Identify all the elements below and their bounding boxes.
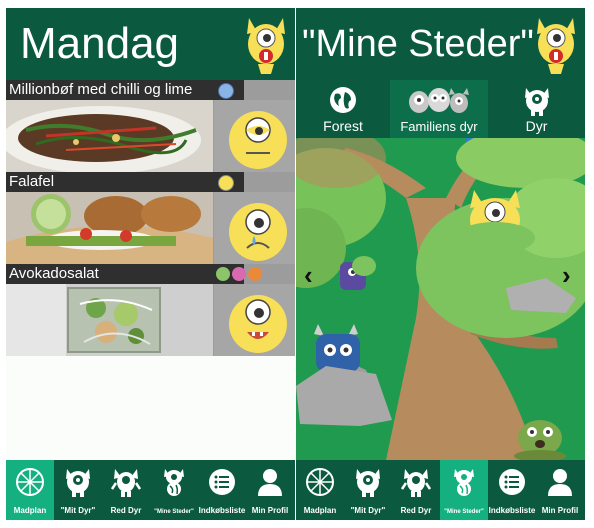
nav-label: Red Dyr (400, 506, 432, 515)
tab-label: Familiens dyr (400, 119, 478, 134)
nav-item-min-profil[interactable]: Min Profil (536, 460, 584, 520)
list-icon (209, 469, 235, 495)
meal-row[interactable]: Avokadosalat (6, 264, 295, 356)
forest-illustration (296, 138, 585, 460)
meal-list: Millionbøf med chilli og lime Falafel Av… (6, 80, 295, 356)
meal-name: Millionbøf med chilli og lime (6, 80, 244, 100)
header: "Mine Steder" (296, 8, 585, 80)
tab-dyr[interactable]: Dyr (488, 80, 585, 138)
nav-item-madplan[interactable]: Madplan (296, 460, 344, 520)
nav-item-mit-dyr[interactable]: "Mit Dyr" (54, 460, 102, 520)
nav-item-min-profil[interactable]: Min Profil (246, 460, 294, 520)
nav-label: "Mine Steder" (444, 509, 484, 515)
monster-arms-icon (401, 469, 431, 497)
next-arrow-icon[interactable]: › (562, 260, 571, 291)
nav-label: Madplan (303, 506, 337, 515)
previous-arrow-icon[interactable]: ‹ (304, 260, 313, 291)
nav-item-indkobsliste[interactable]: Indkøbsliste (198, 460, 246, 520)
monster-family-icon (409, 88, 469, 113)
bottom-nav: Madplan "Mit Dyr" Red Dyr "Mine Steder" … (296, 460, 585, 520)
sleepy-monster-face-icon (214, 100, 295, 172)
mascot-avatar-icon[interactable] (533, 14, 579, 76)
list-icon (499, 469, 525, 495)
happy-monster-face-icon (214, 284, 295, 356)
meal-row[interactable]: Millionbøf med chilli og lime (6, 80, 295, 172)
monster-arms-icon (111, 469, 141, 497)
nav-label: "Mine Steder" (154, 509, 194, 515)
tab-forest[interactable]: Forest (296, 80, 390, 138)
nav-label: "Mit Dyr" (60, 506, 96, 515)
pink-monster-tag-icon (232, 267, 246, 281)
monster-icon (356, 469, 380, 497)
nav-label: Min Profil (541, 506, 579, 515)
lemon-slice-icon (16, 468, 44, 496)
nav-label: Min Profil (251, 506, 289, 515)
meal-name: Falafel (6, 172, 244, 192)
tab-familiens-dyr[interactable]: Familiens dyr (390, 80, 488, 138)
meal-row[interactable]: Falafel (6, 172, 295, 264)
page-title: Mandag (20, 19, 180, 68)
profile-icon (258, 469, 282, 496)
mascot-avatar-icon[interactable] (243, 14, 289, 76)
nav-item-madplan[interactable]: Madplan (6, 460, 54, 520)
meal-photo (6, 192, 213, 264)
nav-item-red-dyr[interactable]: Red Dyr (392, 460, 440, 520)
monster-icon (66, 469, 90, 497)
header: Mandag (6, 8, 295, 80)
tab-label: Dyr (525, 118, 548, 134)
bottom-nav: Madplan "Mit Dyr" Red Dyr "Mine Steder" … (6, 460, 295, 520)
nav-label: Indkøbsliste (198, 506, 246, 515)
monster-globe-icon (454, 469, 474, 496)
nav-item-mine-steder[interactable]: "Mine Steder" (150, 460, 198, 520)
tab-label: Forest (323, 118, 363, 134)
sad-monster-tag-icon (218, 83, 234, 99)
nav-item-mit-dyr[interactable]: "Mit Dyr" (344, 460, 392, 520)
location-tabs: Forest Familiens dyr Dyr (296, 80, 585, 138)
profile-icon (548, 469, 572, 496)
madplan-screen: Mandag Millionbøf med chilli og lime Fal… (6, 8, 295, 520)
monster-tag-icon (218, 175, 234, 191)
meal-photo (6, 100, 213, 172)
globe-icon (330, 87, 356, 113)
meal-name: Avokadosalat (6, 264, 244, 284)
meal-photo (6, 284, 213, 356)
nav-label: Madplan (13, 506, 47, 515)
lemon-slice-icon (306, 468, 334, 496)
monster-icon (524, 88, 549, 116)
forest-scene: ‹ › (296, 138, 585, 460)
nav-item-mine-steder[interactable]: "Mine Steder" (440, 460, 488, 520)
nav-label: Red Dyr (110, 506, 142, 515)
orange-monster-tag-icon (248, 267, 262, 281)
monster-globe-icon (164, 469, 184, 496)
nav-label: Indkøbsliste (488, 506, 536, 515)
page-title: "Mine Steder" (302, 23, 534, 65)
nav-label: "Mit Dyr" (350, 506, 386, 515)
green-monster-tag-icon (216, 267, 230, 281)
crying-monster-face-icon (214, 192, 295, 264)
mine-steder-screen: "Mine Steder" Forest Familiens dyr Dyr ‹… (296, 8, 585, 520)
nav-item-indkobsliste[interactable]: Indkøbsliste (488, 460, 536, 520)
nav-item-red-dyr[interactable]: Red Dyr (102, 460, 150, 520)
